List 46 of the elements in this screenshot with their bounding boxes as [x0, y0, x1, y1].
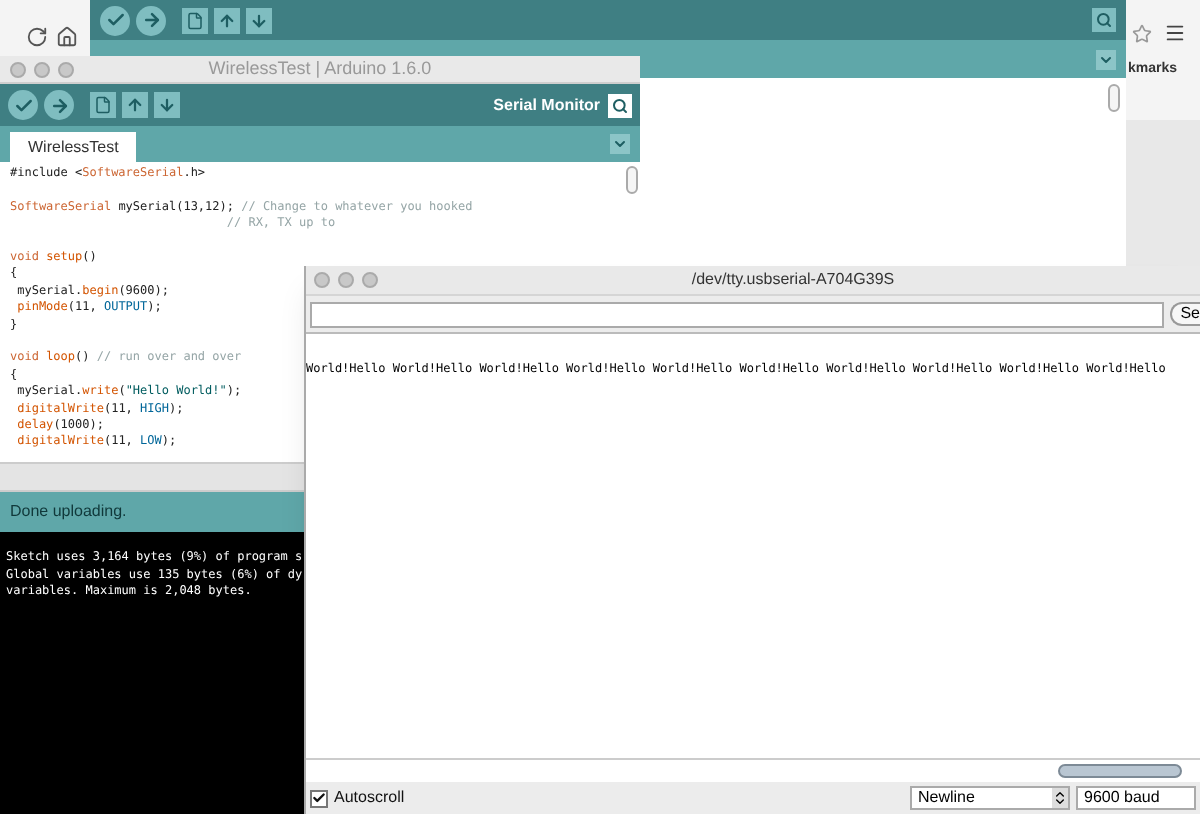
check-icon: [105, 10, 125, 30]
upload-button[interactable]: [44, 90, 74, 120]
autoscroll-checkbox[interactable]: [310, 789, 328, 807]
menu-icon[interactable]: [1164, 22, 1186, 44]
star-icon[interactable]: [1132, 24, 1152, 44]
save-button[interactable]: [154, 92, 180, 118]
horizontal-scrollbar[interactable]: [1058, 764, 1182, 778]
new-button[interactable]: [182, 7, 208, 33]
window-title: WirelessTest | Arduino 1.6.0: [206, 55, 434, 82]
tab-menu-button[interactable]: [610, 134, 630, 154]
save-button[interactable]: [246, 7, 272, 33]
arrow-down-icon: [250, 11, 268, 29]
input-field[interactable]: [310, 301, 1165, 327]
arrow-right-icon: [141, 10, 161, 30]
search-icon: [1096, 12, 1112, 28]
status-message: Done uploading.: [10, 500, 127, 524]
caret-icon: [1098, 51, 1114, 67]
arrow-up-icon: [126, 96, 144, 114]
send-button[interactable]: Se: [1170, 302, 1200, 326]
tab-menu-button[interactable]: [1096, 49, 1116, 69]
serial-monitor-label: Serial Monitor: [493, 93, 600, 117]
file-tab[interactable]: WirelessTest: [10, 132, 137, 162]
scrollbar[interactable]: [1108, 84, 1120, 112]
new-button[interactable]: [90, 92, 116, 118]
reload-icon[interactable]: [26, 26, 48, 48]
arrow-right-icon: [49, 95, 69, 115]
autoscroll-label: Autoscroll: [334, 786, 405, 810]
open-button[interactable]: [214, 7, 240, 33]
search-button[interactable]: [1092, 8, 1116, 32]
search-icon: [612, 97, 628, 113]
file-icon: [186, 11, 204, 29]
baud-rate-select[interactable]: 9600 baud: [1076, 786, 1196, 810]
file-icon: [94, 96, 112, 114]
window-title: /dev/tty.usbserial-A704G39S: [689, 268, 897, 292]
serial-monitor-button[interactable]: [608, 93, 632, 117]
verify-button[interactable]: [100, 5, 130, 35]
home-icon[interactable]: [56, 26, 78, 48]
open-button[interactable]: [122, 92, 148, 118]
check-icon: [312, 790, 326, 806]
upload-button[interactable]: [136, 5, 166, 35]
scrollbar[interactable]: [625, 166, 637, 194]
check-icon: [13, 95, 33, 115]
caret-icon: [612, 136, 628, 152]
arrow-down-icon: [158, 96, 176, 114]
arrow-up-icon: [218, 11, 236, 29]
verify-button[interactable]: [8, 90, 38, 120]
